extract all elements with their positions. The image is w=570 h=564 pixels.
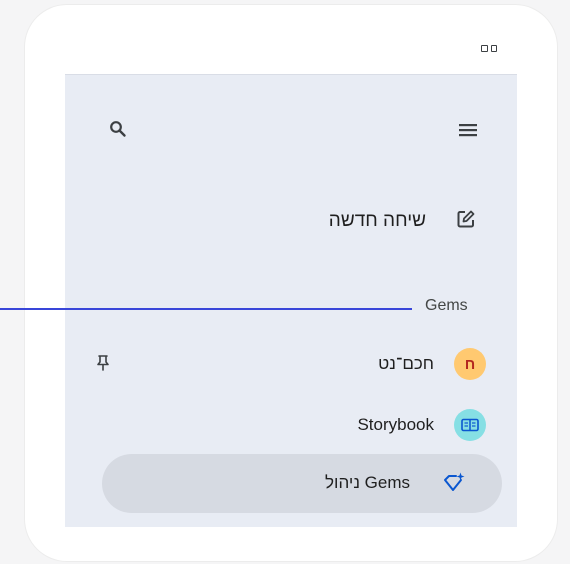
gem-item-chacham-net[interactable]: חכם־נט ח [97, 346, 502, 382]
book-icon [454, 409, 486, 441]
gem-item-label: חכם־נט [378, 354, 434, 373]
pin-icon[interactable] [94, 354, 112, 372]
gem-item-label: Storybook [357, 415, 434, 434]
new-chat-label: שיחה חדשה [328, 210, 426, 231]
manage-gems-button[interactable]: ניהול Gems [102, 454, 502, 513]
edit-icon [456, 209, 476, 229]
gem-avatar: ח [454, 348, 486, 380]
gem-item-storybook[interactable]: Storybook [102, 407, 502, 443]
menu-icon[interactable] [458, 121, 478, 139]
gem-spark-icon [442, 471, 466, 495]
grid-view-icon[interactable] [481, 45, 497, 53]
search-icon[interactable] [109, 120, 127, 138]
manage-gems-label: ניהול Gems [325, 473, 410, 492]
gems-section-title: Gems [425, 297, 468, 314]
new-chat-button[interactable]: שיחה חדשה [270, 202, 490, 238]
callout-line [0, 308, 412, 310]
